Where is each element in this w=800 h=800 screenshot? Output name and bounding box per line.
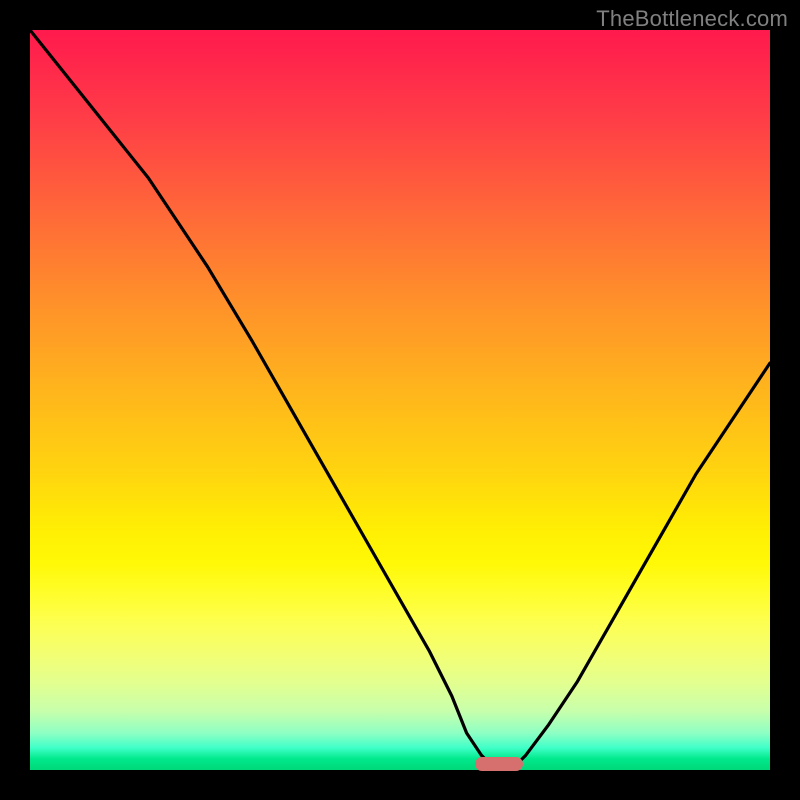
minimum-marker bbox=[475, 757, 523, 771]
chart-frame: TheBottleneck.com bbox=[0, 0, 800, 800]
bottleneck-curve bbox=[30, 30, 770, 770]
watermark-text: TheBottleneck.com bbox=[596, 6, 788, 32]
chart-overlay bbox=[30, 30, 770, 770]
